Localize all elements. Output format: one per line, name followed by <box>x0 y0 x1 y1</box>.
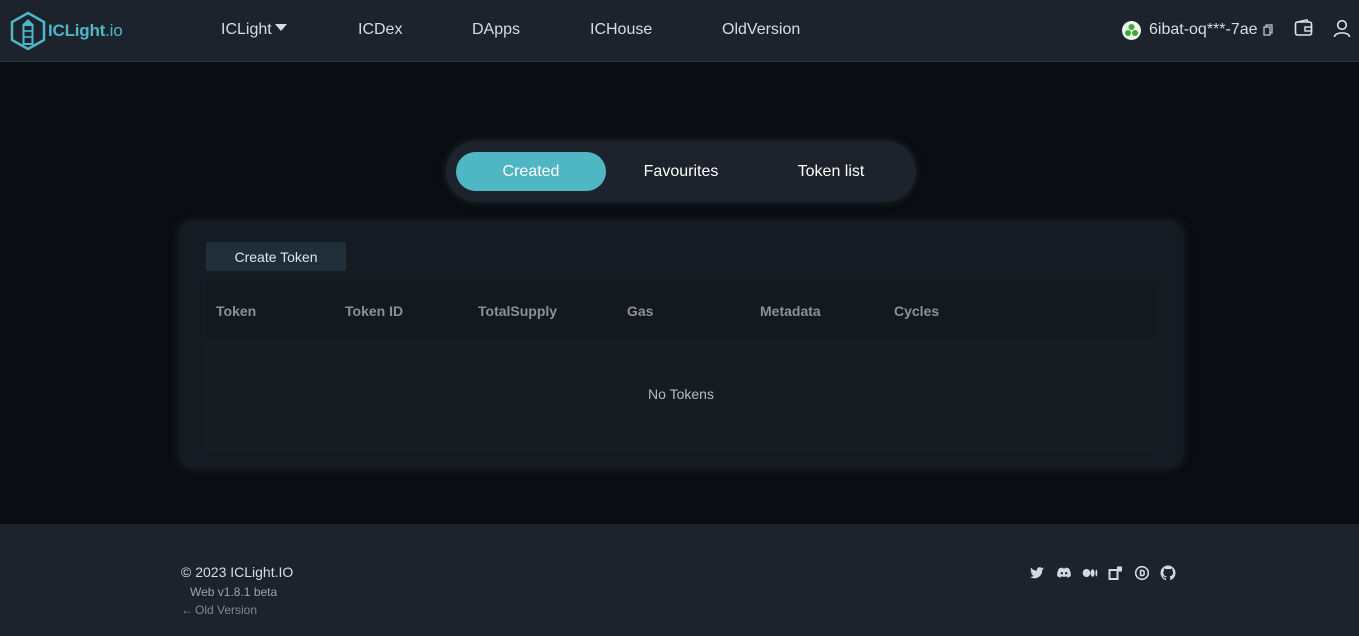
top-header: ICLight.io ICLight ICDex DApps ICHouse O… <box>0 0 1359 62</box>
openchat-icon[interactable] <box>1108 565 1124 581</box>
github-icon[interactable] <box>1160 565 1176 581</box>
column-header-gas: Gas <box>627 303 654 319</box>
arrow-left-icon: ← <box>181 603 193 617</box>
logo-wordmark: ICLight.io <box>48 21 123 40</box>
tokens-table: Token Token ID TotalSupply Gas Metadata … <box>206 282 1156 450</box>
page-footer: © 2023 ICLight.IO Web v1.8.1 beta ← Old V… <box>0 524 1359 636</box>
token-tabs: Created Favourites Token list <box>446 141 916 202</box>
iclight-logo[interactable]: ICLight.io <box>10 10 123 52</box>
medium-icon[interactable] <box>1082 565 1098 581</box>
wallet-icon[interactable] <box>1294 19 1313 37</box>
tab-created[interactable]: Created <box>456 152 606 191</box>
user-icon[interactable] <box>1333 19 1351 38</box>
copy-icon[interactable] <box>1262 24 1273 36</box>
column-header-metadata: Metadata <box>760 303 821 319</box>
nav-item-icdex[interactable]: ICDex <box>358 20 402 40</box>
column-header-cycles: Cycles <box>894 303 940 319</box>
dscvr-icon[interactable] <box>1134 565 1150 581</box>
old-version-label: Old Version <box>195 603 258 617</box>
nav-item-oldversion[interactable]: OldVersion <box>722 20 800 40</box>
old-version-link[interactable]: ← Old Version <box>181 603 257 617</box>
column-header-total-supply: TotalSupply <box>478 303 558 319</box>
discord-icon[interactable] <box>1056 565 1072 581</box>
twitter-icon[interactable] <box>1029 565 1045 581</box>
nav-item-iclight[interactable]: ICLight <box>221 20 287 40</box>
tab-favourites[interactable]: Favourites <box>606 152 756 191</box>
nav-item-ichouse[interactable]: ICHouse <box>590 20 652 40</box>
account-principal: 6ibat-oq***-7ae <box>1149 21 1258 38</box>
empty-state-text: No Tokens <box>648 386 714 402</box>
column-header-token: Token <box>216 303 257 319</box>
caret-down-icon <box>274 24 287 31</box>
tab-token-list[interactable]: Token list <box>756 152 906 191</box>
copyright-text: © 2023 ICLight.IO <box>181 564 294 580</box>
column-header-token-id: Token ID <box>345 303 404 319</box>
nav-item-label: ICLight <box>221 21 272 38</box>
avatar-icon <box>1122 20 1141 40</box>
tokens-panel: Create Token Token Token ID TotalSupply … <box>179 221 1183 468</box>
version-text: Web v1.8.1 beta <box>190 585 278 599</box>
nav-item-dapps[interactable]: DApps <box>472 20 520 40</box>
create-token-button[interactable]: Create Token <box>206 242 346 271</box>
account-info[interactable]: 6ibat-oq***-7ae <box>1122 18 1273 42</box>
table-header: Token Token ID TotalSupply Gas Metadata … <box>206 282 1156 338</box>
lighthouse-icon <box>10 11 46 51</box>
